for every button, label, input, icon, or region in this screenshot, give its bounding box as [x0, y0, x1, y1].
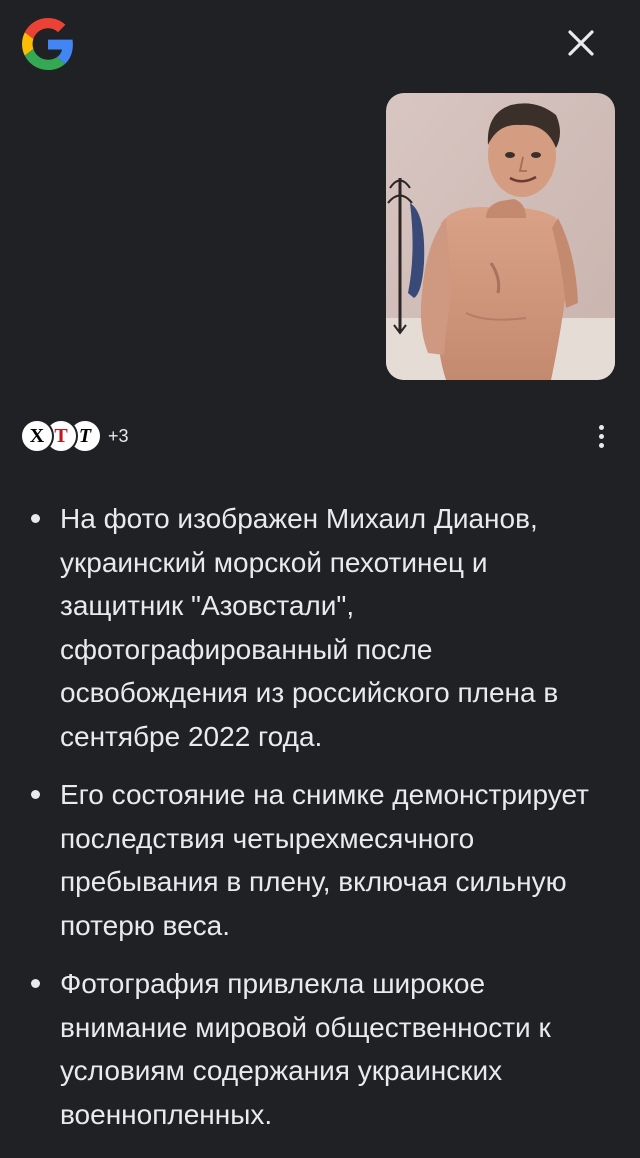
dot: [598, 433, 604, 439]
dot: [598, 442, 604, 448]
google-logo-icon: [22, 18, 73, 70]
close-icon[interactable]: [560, 22, 602, 64]
x-logo-icon: X: [20, 419, 54, 453]
result-image[interactable]: [386, 93, 615, 380]
summary-list: На фото изображен Михаил Дианов, украинс…: [0, 497, 640, 1151]
sources-stack[interactable]: X T T +3: [20, 419, 129, 453]
list-item: Его состояние на снимке демонстрирует по…: [0, 773, 640, 947]
more-options-icon[interactable]: [588, 420, 614, 452]
person-photo-image: [386, 93, 615, 380]
list-item: Фотография привлекла широкое внимание ми…: [0, 962, 640, 1136]
sources-more-count: +3: [108, 425, 129, 446]
list-item: На фото изображен Михаил Дианов, украинс…: [0, 497, 640, 758]
dot: [598, 424, 604, 430]
